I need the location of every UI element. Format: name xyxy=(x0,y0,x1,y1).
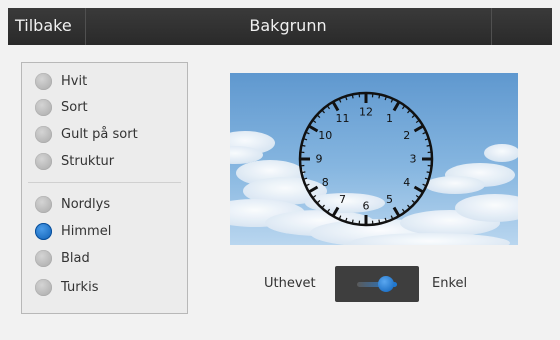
radio-icon[interactable] xyxy=(35,72,52,90)
toggle-knob[interactable] xyxy=(378,276,394,292)
radio-icon[interactable] xyxy=(35,125,52,143)
option-hvit[interactable]: Hvit xyxy=(35,70,87,92)
background-preview: 12 1 2 3 4 5 6 7 8 9 10 11 xyxy=(230,73,518,245)
clock-number: 3 xyxy=(410,153,417,166)
clock-number: 5 xyxy=(386,193,393,206)
clock-number: 4 xyxy=(403,176,410,189)
contrast-toggle-switch[interactable] xyxy=(335,266,419,302)
clock-minute-tick xyxy=(351,95,354,99)
clock-number: 7 xyxy=(339,193,346,206)
option-gult-pa-sort[interactable]: Gult på sort xyxy=(35,123,138,145)
clock-minute-tick xyxy=(351,219,354,223)
clock-minute-tick xyxy=(378,219,381,223)
clock-minute-tick xyxy=(426,144,430,147)
page-title: Bakgrunn xyxy=(249,16,327,35)
top-bar: Tilbake Bakgrunn xyxy=(8,8,552,45)
option-sort[interactable]: Sort xyxy=(35,96,88,118)
option-blad[interactable]: Blad xyxy=(35,247,90,269)
option-label: Gult på sort xyxy=(61,126,138,142)
toggle-label-uthevet: Uthevet xyxy=(264,276,316,291)
radio-icon[interactable] xyxy=(35,152,52,170)
radio-icon[interactable] xyxy=(35,278,52,296)
clock-number: 11 xyxy=(336,112,350,125)
option-label: Himmel xyxy=(61,223,112,239)
radio-checked-icon[interactable] xyxy=(35,222,52,240)
option-himmel[interactable]: Himmel xyxy=(35,220,111,242)
clock-minute-tick xyxy=(378,95,381,99)
clock-number: 8 xyxy=(322,176,329,189)
option-label: Nordlys xyxy=(61,196,111,212)
top-bar-right-slot xyxy=(491,8,553,45)
clock-number: 12 xyxy=(359,106,373,119)
radio-icon[interactable] xyxy=(35,98,52,116)
clock-number: 1 xyxy=(386,112,393,125)
option-label: Sort xyxy=(61,99,88,115)
options-divider xyxy=(28,182,181,183)
radio-icon[interactable] xyxy=(35,195,52,213)
toggle-label-enkel: Enkel xyxy=(432,276,468,291)
option-label: Turkis xyxy=(61,279,99,295)
clock-number: 2 xyxy=(403,129,410,142)
back-button[interactable]: Tilbake xyxy=(8,8,86,45)
sky-clock-preview-image: 12 1234567891011 xyxy=(230,73,518,245)
clock-number: 10 xyxy=(318,129,332,142)
option-label: Struktur xyxy=(61,153,115,169)
option-struktur[interactable]: Struktur xyxy=(35,150,114,172)
radio-icon[interactable] xyxy=(35,249,52,267)
clock-minute-tick xyxy=(426,171,430,174)
option-turkis[interactable]: Turkis xyxy=(35,276,98,298)
clock-number: 6 xyxy=(363,200,370,213)
clock-minute-tick xyxy=(302,171,306,174)
clock-number: 9 xyxy=(316,153,323,166)
option-nordlys[interactable]: Nordlys xyxy=(35,193,110,215)
clock-minute-tick xyxy=(302,144,306,147)
option-label: Hvit xyxy=(61,73,88,89)
option-label: Blad xyxy=(61,250,90,266)
background-options-panel: Hvit Sort Gult på sort Struktur Nordlys … xyxy=(21,62,188,314)
